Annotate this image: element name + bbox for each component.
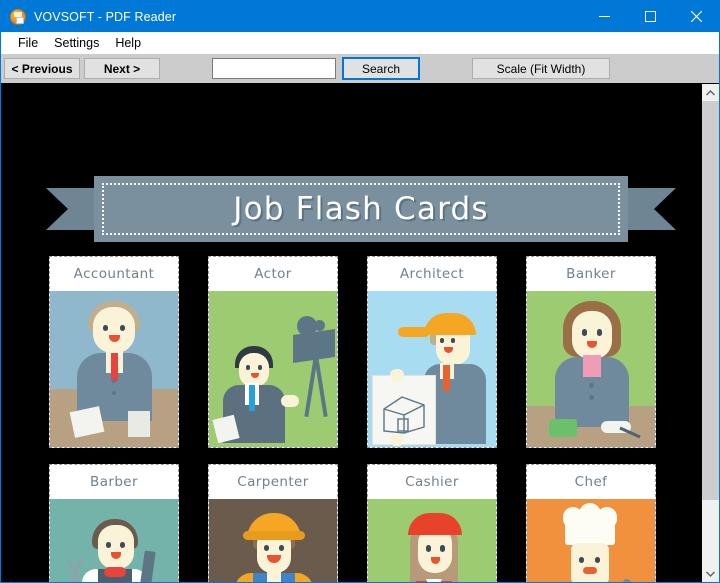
flash-card-actor[interactable]: Actor xyxy=(208,256,338,448)
title-bar: VOVSOFT - PDF Reader xyxy=(1,1,719,32)
ribbon-body: Job Flash Cards xyxy=(94,176,628,242)
menu-item-help[interactable]: Help xyxy=(107,34,149,52)
card-illustration xyxy=(50,499,178,582)
chevron-up-icon[interactable] xyxy=(702,84,719,101)
search-input[interactable] xyxy=(212,58,336,79)
app-window: VOVSOFT - PDF Reader File Settings Help … xyxy=(0,0,720,583)
card-title: Accountant xyxy=(50,257,178,291)
flash-card-accountant[interactable]: Accountant xyxy=(49,256,179,448)
flash-card-architect[interactable]: Architect xyxy=(367,256,497,448)
menu-bar: File Settings Help xyxy=(1,32,719,54)
vertical-scrollbar[interactable] xyxy=(701,84,719,582)
flash-card-cashier[interactable]: Cashier xyxy=(367,464,497,582)
card-title: Cashier xyxy=(368,465,496,499)
minimize-icon[interactable] xyxy=(581,1,627,32)
card-title: Barber xyxy=(50,465,178,499)
card-illustration xyxy=(368,291,496,447)
close-icon[interactable] xyxy=(673,1,719,32)
maximize-icon[interactable] xyxy=(627,1,673,32)
scrollbar-track[interactable] xyxy=(702,101,719,565)
card-illustration xyxy=(527,291,655,447)
card-title: Carpenter xyxy=(209,465,337,499)
toolbar: < Previous Next > Search Scale (Fit Widt… xyxy=(1,54,719,83)
card-title: Architect xyxy=(368,257,496,291)
card-illustration xyxy=(209,499,337,582)
scale-button[interactable]: Scale (Fit Width) xyxy=(472,58,610,79)
card-title: Chef xyxy=(527,465,655,499)
card-illustration xyxy=(50,291,178,447)
next-page-button[interactable]: Next > xyxy=(84,58,160,79)
chevron-down-icon[interactable] xyxy=(702,565,719,582)
card-illustration xyxy=(368,499,496,582)
page-banner: Job Flash Cards xyxy=(46,176,676,242)
menu-item-settings[interactable]: Settings xyxy=(46,34,107,52)
flash-card-barber[interactable]: Barber xyxy=(49,464,179,582)
flash-card-carpenter[interactable]: Carpenter xyxy=(208,464,338,582)
previous-page-button[interactable]: < Previous xyxy=(4,58,80,79)
card-illustration xyxy=(209,291,337,447)
flash-card-banker[interactable]: Banker xyxy=(526,256,656,448)
app-logo-icon xyxy=(10,8,26,25)
pdf-page: Job Flash Cards Accountant Actor Archite… xyxy=(1,84,701,582)
search-button[interactable]: Search xyxy=(342,57,420,80)
page-title: Job Flash Cards xyxy=(233,191,489,227)
card-title: Banker xyxy=(527,257,655,291)
window-title: VOVSOFT - PDF Reader xyxy=(34,9,177,24)
scrollbar-thumb[interactable] xyxy=(702,101,719,501)
menu-item-file[interactable]: File xyxy=(10,34,46,52)
card-illustration xyxy=(527,499,655,582)
flash-card-chef[interactable]: Chef xyxy=(526,464,656,582)
document-viewer: Job Flash Cards Accountant Actor Archite… xyxy=(1,83,719,582)
flash-card-grid: Accountant Actor Architect Banker Barber… xyxy=(49,256,673,582)
window-controls xyxy=(581,1,719,32)
card-title: Actor xyxy=(209,257,337,291)
